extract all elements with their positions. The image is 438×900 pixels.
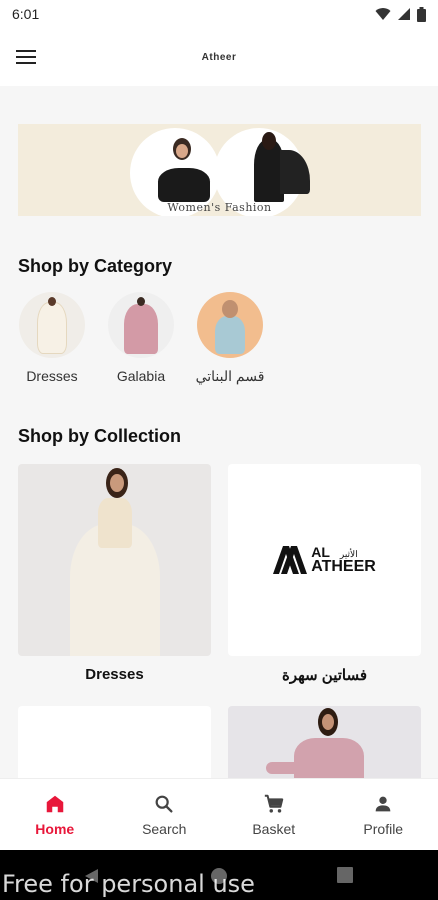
banner-model: [158, 168, 210, 202]
search-icon: [155, 795, 173, 813]
collection-label: فساتين سهرة: [281, 667, 368, 684]
category-section-title: Shop by Category: [18, 256, 173, 276]
nav-basket[interactable]: Basket: [219, 779, 329, 850]
banner-caption: Women's Fashion: [167, 201, 272, 214]
app-logo: Atheer: [202, 52, 237, 63]
status-time: 6:01: [12, 6, 40, 22]
promo-banner[interactable]: Women's Fashion: [18, 124, 421, 216]
model-face: [110, 474, 124, 492]
nav-profile[interactable]: Profile: [329, 779, 438, 850]
collection-card-dresses[interactable]: Dresses: [18, 464, 211, 683]
menu-icon-line: [16, 50, 36, 52]
banner-model-head: [262, 132, 276, 150]
category-image: [108, 292, 174, 358]
category-image: [197, 292, 263, 358]
menu-icon-line: [16, 56, 36, 58]
galabia-figure-head: [137, 297, 145, 306]
nav-home-label: Home: [35, 820, 75, 837]
banner-model-face: [176, 144, 188, 158]
model-arm: [266, 762, 302, 774]
menu-button[interactable]: [16, 45, 40, 69]
category-list[interactable]: Dresses Galabia قسم البناتي: [0, 292, 438, 402]
menu-icon-line: [16, 62, 36, 64]
collection-card[interactable]: [228, 706, 421, 778]
status-bar: 6:01: [0, 0, 438, 28]
collection-image: [18, 464, 211, 656]
collection-image: AL الأثير ATHEER: [228, 464, 421, 656]
banner-model-drape: [280, 150, 310, 194]
brand-logo: AL الأثير ATHEER: [273, 545, 376, 575]
main-content[interactable]: Women's Fashion Shop by Category Dresses…: [0, 86, 438, 778]
category-item-girls[interactable]: قسم البناتي: [190, 292, 270, 385]
nav-profile-label: Profile: [363, 820, 404, 837]
dress-figure: [37, 302, 67, 354]
girl-figure: [215, 316, 245, 354]
system-nav-bar: Free for personal use: [0, 850, 438, 900]
watermark: Free for personal use: [2, 870, 255, 898]
status-icons: [375, 6, 426, 22]
dress-figure-head: [48, 297, 56, 306]
person-icon: [375, 796, 391, 811]
category-label: Galabia: [116, 368, 166, 384]
nav-home[interactable]: Home: [0, 779, 110, 850]
girl-figure-head: [222, 300, 238, 318]
app-logo-text: Atheer: [201, 51, 237, 63]
wifi-icon: [375, 8, 391, 20]
collection-label: Dresses: [85, 666, 144, 683]
nav-basket-label: Basket: [252, 820, 296, 837]
collection-card[interactable]: [18, 706, 211, 778]
nav-search-label: Search: [142, 820, 187, 837]
cart-icon: [264, 794, 284, 813]
nav-search[interactable]: Search: [110, 779, 220, 850]
home-icon: [46, 795, 63, 812]
category-label: قسم البناتي: [195, 368, 265, 384]
category-item-dresses[interactable]: Dresses: [12, 292, 92, 384]
model-bodice: [98, 498, 132, 548]
model-face: [322, 714, 334, 730]
galabia-figure: [124, 304, 158, 354]
brand-logo-text: AL الأثير ATHEER: [311, 545, 376, 575]
battery-icon: [417, 6, 426, 22]
collection-card-evening-dresses[interactable]: AL الأثير ATHEER فساتين سهرة: [228, 464, 421, 684]
collection-section-title: Shop by Collection: [18, 426, 182, 446]
signal-icon: [398, 8, 410, 20]
category-item-galabia[interactable]: Galabia: [101, 292, 181, 384]
bottom-nav: Home Search Basket Profile: [0, 778, 438, 850]
brand-logo-line1: AL: [311, 544, 330, 560]
model-robe: [294, 738, 364, 778]
brand-logo-icon: [273, 546, 308, 574]
category-image: [19, 292, 85, 358]
app-bar: Atheer: [0, 28, 438, 86]
recents-icon[interactable]: [337, 867, 353, 883]
category-label: Dresses: [26, 368, 78, 384]
brand-logo-line2: ATHEER: [311, 558, 376, 575]
